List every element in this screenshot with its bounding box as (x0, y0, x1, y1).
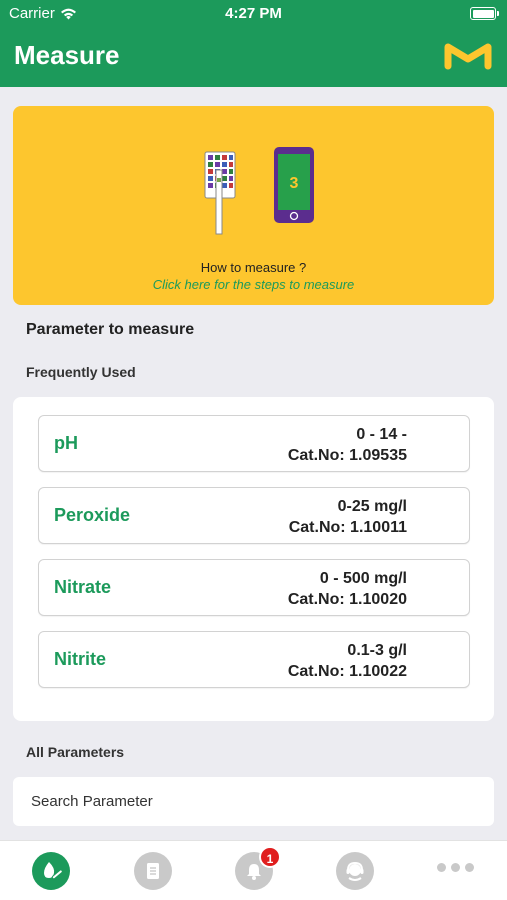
merck-logo-icon (444, 43, 492, 70)
parameter-row-ph[interactable]: pH 0 - 14 - Cat.No: 1.09535 (38, 415, 470, 472)
support-tab-icon (346, 861, 364, 881)
parameter-name: Nitrite (54, 649, 107, 669)
how-to-measure-banner[interactable]: 3 How to measure ? Click here for the st… (13, 106, 494, 305)
parameter-name: Nitrate (54, 577, 112, 597)
app-header: Carrier 4:27 PM Measure (0, 0, 507, 87)
phone-illustration: 3 (274, 147, 314, 223)
search-parameter-input[interactable] (13, 777, 494, 826)
parameter-row-peroxide[interactable]: Peroxide 0-25 mg/l Cat.No: 1.10011 (38, 487, 470, 544)
frequently-used-label: Frequently Used (26, 364, 136, 380)
more-tab-icon[interactable] (437, 863, 474, 872)
steps-link[interactable]: Click here for the steps to measure (13, 277, 494, 292)
status-bar: Carrier 4:27 PM (0, 0, 507, 28)
tab-support[interactable] (336, 852, 374, 890)
parameter-name: pH (54, 433, 78, 453)
all-parameters-label: All Parameters (26, 744, 125, 760)
tab-reports[interactable] (134, 852, 172, 890)
section-title: Parameter to measure (26, 321, 195, 338)
parameter-range: 0 - 14 - (356, 426, 407, 443)
page-title: Measure (14, 40, 120, 70)
banner-title: How to measure ? (200, 260, 307, 275)
parameter-range: 0 - 500 mg/l (319, 570, 407, 587)
parameter-range: 0.1-3 g/l (347, 642, 407, 659)
test-strip-illustration (204, 151, 236, 235)
battery-icon (470, 7, 499, 20)
phone-step-number: 3 (290, 175, 299, 192)
parameter-cat-no: Cat.No: 1.10020 (287, 591, 407, 608)
reports-tab-icon (147, 863, 159, 879)
parameter-row-nitrate[interactable]: Nitrate 0 - 500 mg/l Cat.No: 1.10020 (38, 559, 470, 616)
parameter-range: 0-25 mg/l (337, 498, 407, 515)
parameter-info: 0 - 14 - Cat.No: 1.09535 (288, 424, 407, 466)
tab-measure[interactable] (32, 852, 70, 890)
notification-badge: 1 (259, 846, 281, 868)
tab-notifications[interactable]: 1 (235, 846, 281, 890)
parameter-name: Peroxide (54, 505, 131, 525)
parameter-cat-no: Cat.No: 1.09535 (287, 447, 407, 464)
parameter-row-nitrite[interactable]: Nitrite 0.1-3 g/l Cat.No: 1.10022 (38, 631, 470, 688)
tab-bar: 1 (0, 840, 507, 900)
frequent-parameters-card: pH 0 - 14 - Cat.No: 1.09535 Peroxide 0-2… (13, 397, 494, 721)
parameter-info: 0 - 500 mg/l Cat.No: 1.10020 (288, 568, 407, 610)
measure-tab-icon (44, 862, 63, 880)
parameter-cat-no: Cat.No: 1.10022 (287, 663, 407, 680)
parameter-info: 0-25 mg/l Cat.No: 1.10011 (289, 496, 407, 538)
status-time: 4:27 PM (225, 5, 282, 22)
parameter-info: 0.1-3 g/l Cat.No: 1.10022 (288, 640, 407, 682)
parameter-cat-no: Cat.No: 1.10011 (288, 519, 407, 536)
